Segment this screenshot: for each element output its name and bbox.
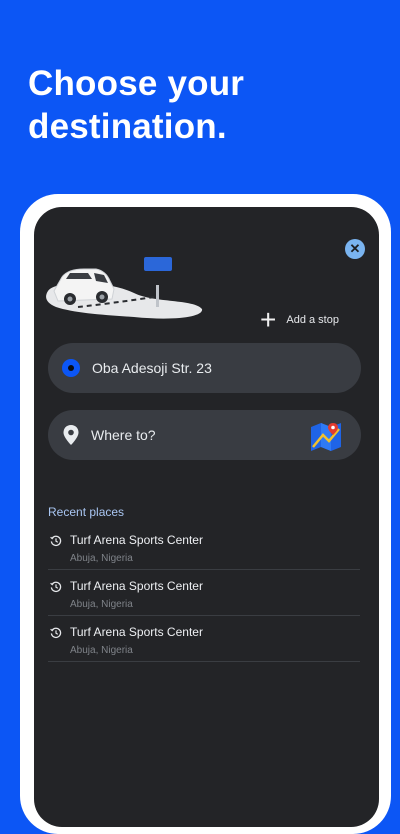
- close-button[interactable]: ✕: [345, 239, 365, 259]
- recent-place-name: Turf Arena Sports Center: [70, 625, 203, 639]
- plus-icon: +: [260, 304, 277, 335]
- add-stop-label: Add a stop: [286, 314, 339, 326]
- page-headline: Choose your destination.: [28, 64, 245, 146]
- history-icon: [50, 627, 62, 639]
- car-road-illustration: [46, 257, 203, 319]
- origin-field[interactable]: Oba Adesoji Str. 23: [48, 343, 361, 393]
- recent-place-item[interactable]: Turf Arena Sports Center Abuja, Nigeria: [48, 523, 360, 570]
- recent-place-location: Abuja, Nigeria: [70, 599, 133, 610]
- history-icon: [50, 581, 62, 593]
- recent-place-location: Abuja, Nigeria: [70, 645, 133, 656]
- recent-place-name: Turf Arena Sports Center: [70, 579, 203, 593]
- recent-place-item[interactable]: Turf Arena Sports Center Abuja, Nigeria: [48, 569, 360, 616]
- recent-place-item[interactable]: Turf Arena Sports Center Abuja, Nigeria: [48, 615, 360, 662]
- recent-place-location: Abuja, Nigeria: [70, 553, 133, 564]
- location-pin-icon: [63, 425, 79, 445]
- map-pin-icon[interactable]: [309, 419, 343, 451]
- history-icon: [50, 535, 62, 547]
- recent-places-heading: Recent places: [48, 505, 125, 519]
- app-screen: ✕ + Add a stop Oba Adesoji Str. 23 Where…: [34, 207, 379, 827]
- origin-dot-icon: [62, 359, 80, 377]
- destination-input[interactable]: Where to?: [48, 410, 361, 460]
- add-stop-button[interactable]: + Add a stop: [260, 304, 339, 335]
- origin-value: Oba Adesoji Str. 23: [92, 360, 212, 376]
- recent-place-name: Turf Arena Sports Center: [70, 533, 203, 547]
- destination-placeholder: Where to?: [91, 427, 156, 443]
